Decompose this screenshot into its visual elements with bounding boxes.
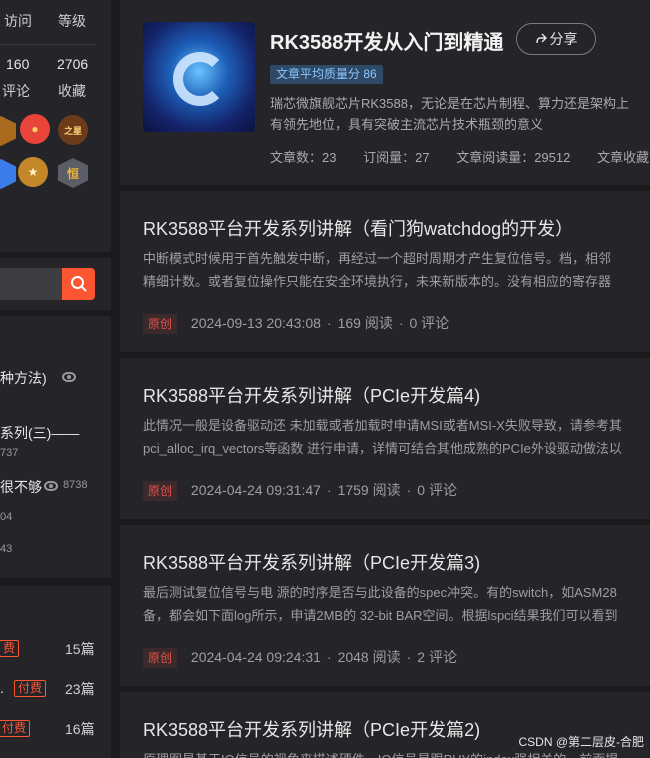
left-sidebar: 访问 等级 160 2706 评论 收藏 ● 之星 ★ 恒 种方法) 系列(三)… bbox=[0, 0, 111, 758]
article-comments: 0 评论 bbox=[417, 482, 457, 498]
share-button[interactable]: 分享 bbox=[516, 23, 596, 55]
hot-article-title[interactable]: 种方法) bbox=[0, 368, 47, 388]
paid-tag: 付费 bbox=[14, 680, 47, 697]
share-icon bbox=[535, 33, 547, 44]
article-summary-line: pci_alloc_irq_vectors等函数 进行申请，详情可结合其他成熟的… bbox=[143, 441, 622, 456]
article-reads: 1759 阅读 bbox=[337, 482, 401, 498]
stat-value-comments[interactable]: 160 bbox=[6, 56, 29, 72]
stat-favorites: 文章收藏 bbox=[596, 150, 649, 165]
hot-article-views: 737 bbox=[0, 447, 19, 459]
main-content: RK3588开发从入门到精通 分享 文章平均质量分 86 瑞芯微旗舰芯片RK35… bbox=[120, 0, 650, 758]
hot-article-views: 04 bbox=[0, 511, 13, 523]
hot-article-views: 8738 bbox=[63, 479, 88, 491]
article-item[interactable]: RK3588平台开发系列讲解（PCIe开发篇3) 最后测试复位信号与电 源的时序… bbox=[120, 525, 650, 686]
search-button[interactable] bbox=[62, 268, 95, 300]
column-dot: . bbox=[0, 680, 4, 696]
paid-tag: 付费 bbox=[0, 720, 31, 737]
article-meta: 原创 2024-04-24 09:31:47 · 1759 阅读 · 0 评论 bbox=[143, 480, 457, 501]
article-summary-line: 此情况一般是设备驱动还 未加载或者加载时申请MSI或者MSI-X失败导致，请参考… bbox=[143, 418, 622, 433]
article-reads: 169 阅读 bbox=[337, 315, 393, 331]
article-summary-line: 精细计数。或者复位操作只能在安全环境执行，未来新版本的。没有相应的寄存器 bbox=[143, 274, 612, 289]
article-title[interactable]: RK3588平台开发系列讲解（PCIe开发篇2) bbox=[143, 716, 480, 742]
article-date: 2024-09-13 20:43:08 bbox=[190, 315, 321, 331]
meta-dot: · bbox=[398, 315, 404, 331]
watermark: CSDN @第二层皮-合肥 bbox=[518, 735, 644, 749]
stat-value-favorites[interactable]: 2706 bbox=[57, 56, 88, 72]
quality-badge: 文章平均质量分 86 bbox=[270, 65, 383, 84]
stat-header-level: 等级 bbox=[58, 13, 86, 29]
article-summary-line: 备，都会如下面log所示，申请2MB的 32-bit BAR空间。根据lspci… bbox=[143, 608, 618, 623]
original-tag: 原创 bbox=[143, 648, 178, 668]
eye-icon bbox=[62, 372, 76, 382]
stat-label-comments: 评论 bbox=[2, 83, 30, 99]
article-summary-line: 最后测试复位信号与电 源的时序是否与此设备的spec冲突。有的switch，如A… bbox=[143, 585, 617, 600]
column-count: 23篇 bbox=[65, 681, 95, 697]
article-title[interactable]: RK3588平台开发系列讲解（看门狗watchdog的开发） bbox=[143, 215, 573, 241]
article-summary: 最后测试复位信号与电 源的时序是否与此设备的spec冲突。有的switch，如A… bbox=[143, 581, 650, 627]
meta-dot: · bbox=[326, 315, 332, 331]
column-cover-image[interactable] bbox=[143, 22, 255, 132]
meta-dot: · bbox=[406, 482, 412, 498]
blog-badge-icon[interactable]: 之星 bbox=[58, 115, 88, 145]
article-meta: 原创 2024-04-24 09:24:31 · 2048 阅读 · 2 评论 bbox=[143, 647, 457, 668]
hot-article-title[interactable]: 系列(三)—— bbox=[0, 423, 79, 443]
article-comments: 0 评论 bbox=[409, 315, 450, 331]
article-reads: 2048 阅读 bbox=[337, 649, 401, 665]
stat-label-favorites: 收藏 bbox=[58, 83, 86, 99]
column-count: 15篇 bbox=[65, 641, 95, 657]
article-comments: 2 评论 bbox=[417, 649, 457, 665]
column-stats: 文章数：23 订阅量：27 文章阅读量：29512 文章收藏 bbox=[270, 147, 650, 166]
stats-divider bbox=[0, 44, 96, 45]
column-description-line: 有领先地位，具有突破主流芯片技术瓶颈的意义 bbox=[270, 117, 544, 132]
meta-dot: · bbox=[326, 482, 332, 498]
original-tag: 原创 bbox=[143, 481, 178, 501]
article-summary-line: 中断模式时候用于首先触发中断，再经过一个超时周期才产生复位信号。档，相邻 bbox=[143, 251, 612, 266]
article-item[interactable]: RK3588平台开发系列讲解（看门狗watchdog的开发） 中断模式时候用于首… bbox=[120, 191, 650, 352]
share-button-label: 分享 bbox=[549, 31, 578, 47]
profile-stats-panel bbox=[0, 0, 111, 252]
stat-subscribers: 订阅量：27 bbox=[363, 150, 430, 165]
cover-logo-icon bbox=[173, 52, 227, 106]
hot-article-views: 43 bbox=[0, 543, 13, 555]
article-meta: 原创 2024-09-13 20:43:08 · 169 阅读 · 0 评论 bbox=[143, 313, 449, 334]
original-tag: 原创 bbox=[143, 314, 178, 334]
column-count: 16篇 bbox=[65, 721, 95, 737]
eye-icon bbox=[44, 481, 58, 491]
hot-article-title[interactable]: 很不够 bbox=[0, 477, 42, 497]
search-icon bbox=[70, 276, 87, 292]
article-date: 2024-04-24 09:24:31 bbox=[190, 649, 321, 665]
star-badge-icon[interactable]: ★ bbox=[18, 157, 48, 187]
article-title[interactable]: RK3588平台开发系列讲解（PCIe开发篇3) bbox=[143, 549, 480, 575]
search-input[interactable] bbox=[0, 268, 62, 300]
column-description-line: 瑞芯微旗舰芯片RK3588，无论是在芯片制程、算力还是架构上 bbox=[270, 96, 629, 111]
article-summary: 中断模式时候用于首先触发中断，再经过一个超时周期才产生复位信号。档，相邻 精细计… bbox=[143, 247, 650, 293]
meta-dot: · bbox=[326, 649, 332, 665]
column-description: 瑞芯微旗舰芯片RK3588，无论是在芯片制程、算力还是架构上 有领先地位，具有突… bbox=[270, 93, 650, 135]
meta-dot: · bbox=[406, 649, 412, 665]
stat-header-visits: 访问 bbox=[4, 13, 32, 29]
article-summary: 此情况一般是设备驱动还 未加载或者加载时申请MSI或者MSI-X失败导致，请参考… bbox=[143, 414, 650, 460]
column-title: RK3588开发从入门到精通 bbox=[270, 32, 504, 54]
stat-articles: 文章数：23 bbox=[270, 150, 337, 165]
medal-icon[interactable]: ● bbox=[20, 114, 50, 144]
paid-tag: 费 bbox=[0, 640, 20, 657]
article-title[interactable]: RK3588平台开发系列讲解（PCIe开发篇4) bbox=[143, 382, 480, 408]
article-date: 2024-04-24 09:31:47 bbox=[190, 482, 321, 498]
stat-reads: 文章阅读量：29512 bbox=[456, 150, 571, 165]
article-item[interactable]: RK3588平台开发系列讲解（PCIe开发篇4) 此情况一般是设备驱动还 未加载… bbox=[120, 358, 650, 519]
